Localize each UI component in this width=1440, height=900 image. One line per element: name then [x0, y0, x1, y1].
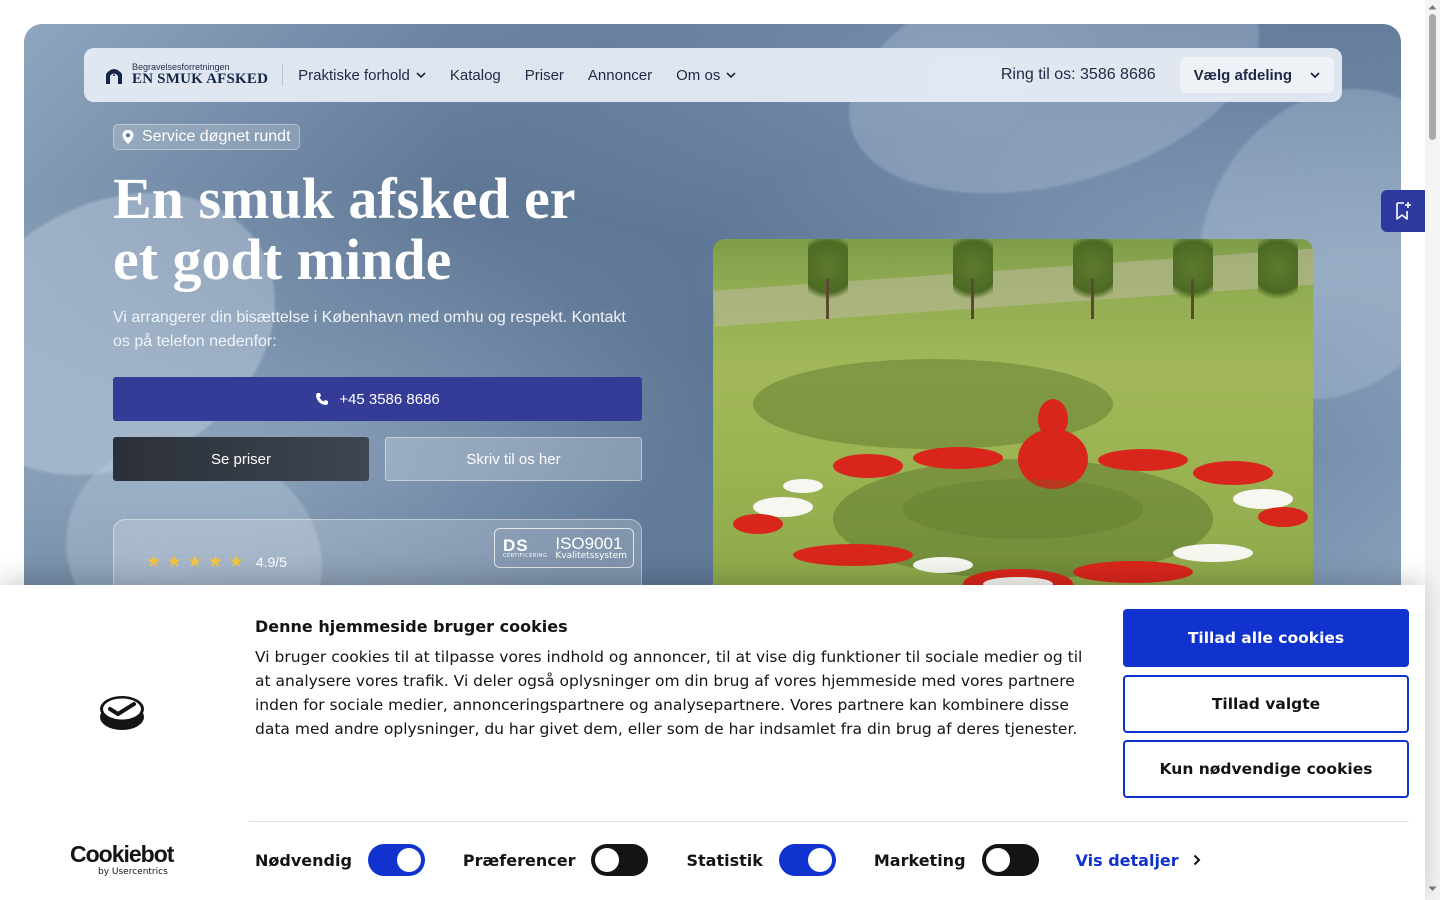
nav-item-om-os[interactable]: Om os: [676, 67, 736, 84]
see-prices-button[interactable]: Se priser: [113, 437, 369, 481]
nav-item-annoncer[interactable]: Annoncer: [588, 67, 652, 84]
cookie-banner-text: Vi bruger cookies til at tilpasse vores …: [255, 648, 1083, 738]
photo-trunk: [1191, 279, 1194, 319]
photo-flowers: [833, 454, 903, 478]
iso-certification-badge: DS CERTIFICERING ISO9001 Kvalitetssystem: [494, 528, 634, 568]
nav-item-label: Katalog: [449, 66, 501, 84]
bookmark-tab[interactable]: [1381, 190, 1425, 232]
call-phone-button[interactable]: +45 3586 8686: [113, 377, 642, 421]
phone-icon: [316, 393, 329, 405]
photo-flowers: [1193, 461, 1273, 485]
photo-flowers: [793, 544, 913, 566]
arch-logo-icon: [106, 69, 122, 84]
site-logo[interactable]: Begravelsesforretningen EN SMUK AFSKED: [104, 63, 284, 87]
service-badge-text: Service døgnet rundt: [142, 128, 291, 145]
iso-subtitle: Kvalitetssystem: [555, 551, 627, 561]
toggle-necessary[interactable]: [367, 844, 425, 876]
photo-trunk: [1091, 279, 1094, 319]
nav-links: Praktiske forhold Katalog Priser Annonce…: [298, 67, 736, 84]
necessary-cookies-only-button[interactable]: Kun nødvendige cookies: [1123, 740, 1409, 798]
hero-subtext: Vi arrangerer din bisættelse i København…: [113, 309, 626, 350]
cookie-banner-title: Denne hjemmeside bruger cookies: [255, 617, 568, 636]
photo-tree: [1258, 239, 1298, 309]
iso-label: ISO9001: [555, 534, 623, 553]
photo-flowers: [913, 447, 1003, 469]
headline-line: En smuk afsked er: [113, 166, 576, 231]
scroll-up-arrow-icon[interactable]: [1428, 4, 1437, 10]
toggle-label-statistics: Statistik: [686, 850, 763, 870]
scrollbar-thumb[interactable]: [1429, 14, 1436, 140]
cookie-consent-banner: Denne hjemmeside bruger cookies Vi bruge…: [0, 585, 1425, 900]
top-navigation: Begravelsesforretningen EN SMUK AFSKED P…: [84, 48, 1342, 102]
nav-item-label: Praktiske forhold: [298, 66, 410, 84]
memorial-lawn-photo: [713, 239, 1313, 619]
photo-path: [713, 247, 1313, 327]
allow-selected-cookies-button[interactable]: Tillad valgte: [1123, 675, 1409, 733]
photo-flowers: [913, 557, 973, 573]
write-to-us-button[interactable]: Skriv til os her: [385, 437, 642, 481]
nav-item-priser[interactable]: Priser: [525, 67, 564, 84]
logo-name: EN SMUK AFSKED: [132, 71, 269, 87]
call-phone-label: +45 3586 8686: [339, 390, 440, 408]
cookie-divider: [249, 821, 1409, 822]
toggle-label-marketing: Marketing: [873, 850, 966, 870]
service-badge: Service døgnet rundt: [113, 124, 300, 150]
headline-line: et godt minde: [113, 227, 452, 292]
cookiebot-logo[interactable]: Cookiebot by Usercentrics: [70, 841, 174, 877]
toggle-label-preferences: Præferencer: [462, 850, 576, 870]
allow-all-cookies-button[interactable]: Tillad alle cookies: [1123, 609, 1409, 667]
photo-flowers: [1233, 489, 1293, 509]
select-department-button[interactable]: Vælg afdeling: [1179, 57, 1334, 93]
toggle-preferences[interactable]: [591, 844, 649, 876]
bookmark-add-icon: [1396, 202, 1411, 220]
toggle-statistics[interactable]: [778, 844, 836, 876]
nav-item-label: Annoncer: [587, 66, 653, 84]
rating-value: 4.9/5: [255, 554, 287, 570]
photo-flowers: [1258, 507, 1308, 527]
show-details-label: Vis detaljer: [1075, 850, 1179, 870]
photo-flowers: [1173, 544, 1253, 562]
photo-flowers: [1038, 399, 1068, 439]
cookie-category-toggles: Nødvendig Præferencer Statistik Marketin…: [255, 844, 1201, 876]
toggle-label-necessary: Nødvendig: [255, 850, 352, 870]
chevron-down-icon: [726, 72, 736, 79]
nav-item-praktiske-forhold[interactable]: Praktiske forhold: [298, 67, 426, 84]
toggle-knob: [985, 848, 1010, 872]
toggle-marketing[interactable]: [981, 844, 1039, 876]
chevron-right-icon: [1193, 854, 1201, 866]
cookie-consent-icon: [100, 696, 144, 730]
hero-headline: En smuk afsked er et godt minde: [113, 168, 673, 290]
photo-trunk: [826, 279, 829, 319]
location-pin-icon: [122, 130, 134, 144]
cookiebot-logo-text: Cookiebot: [70, 841, 174, 867]
ds-subtitle: CERTIFICERING: [503, 553, 548, 559]
star-rating: ★ ★ ★ ★ ★ 4.9/5: [146, 552, 287, 572]
photo-grass-patch: [903, 479, 1143, 539]
show-details-link[interactable]: Vis detaljer: [1076, 851, 1201, 870]
photo-flowers: [1073, 561, 1193, 583]
scroll-down-arrow-icon[interactable]: [1428, 886, 1437, 892]
page-scrollbar[interactable]: [1425, 0, 1440, 900]
nav-item-label: Priser: [524, 66, 564, 84]
stars-icon: ★ ★ ★ ★ ★: [146, 552, 244, 572]
photo-flowers: [783, 479, 823, 493]
toggle-knob: [396, 848, 421, 872]
cookiebot-logo-subtitle: by Usercentrics: [98, 867, 168, 877]
chevron-down-icon: [416, 72, 426, 79]
chevron-down-icon: [1310, 72, 1320, 79]
toggle-knob: [807, 848, 832, 872]
nav-item-katalog[interactable]: Katalog: [450, 67, 501, 84]
photo-flowers: [1098, 449, 1188, 471]
toggle-knob: [595, 848, 620, 872]
select-department-label: Vælg afdeling: [1193, 66, 1292, 84]
photo-flowers: [733, 514, 783, 534]
nav-phone-link[interactable]: Ring til os: 3586 8686: [1001, 66, 1156, 84]
nav-item-label: Om os: [676, 66, 721, 84]
photo-trunk: [971, 279, 974, 319]
ds-logo: DS: [503, 536, 529, 555]
